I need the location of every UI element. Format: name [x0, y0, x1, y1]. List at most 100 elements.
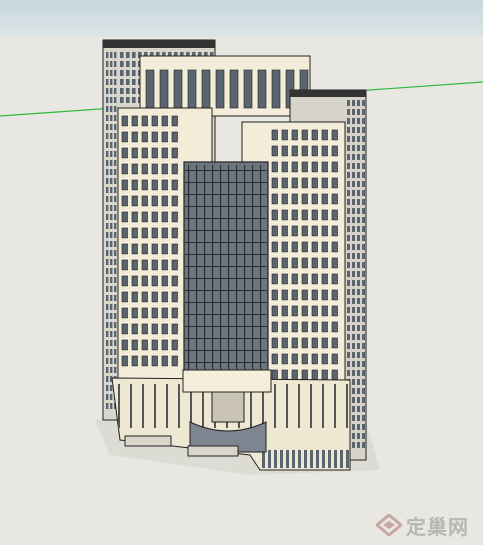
window-pane	[126, 61, 130, 67]
window-pane	[106, 124, 109, 130]
window-pane	[141, 227, 148, 239]
window-pane	[131, 163, 138, 175]
window-pane	[357, 235, 360, 241]
window-pane	[188, 165, 190, 372]
window-pane	[347, 253, 350, 259]
window-pane	[110, 322, 113, 328]
window-pane	[362, 424, 365, 430]
window-pane	[357, 424, 360, 430]
window-pane	[132, 52, 136, 58]
window-pane	[110, 295, 113, 301]
window-pane	[212, 165, 214, 372]
window-pane	[185, 266, 267, 267]
window-pane	[311, 305, 318, 317]
window-pane	[352, 307, 355, 313]
window-pane	[110, 169, 113, 175]
window-pane	[291, 273, 298, 285]
window-pane	[131, 195, 138, 207]
window-pane	[120, 70, 124, 76]
window-pane	[352, 406, 355, 412]
window-pane	[301, 129, 308, 141]
window-pane	[331, 321, 338, 333]
window-pane	[291, 305, 298, 317]
window-pane	[352, 118, 355, 124]
window-pane	[110, 331, 113, 337]
window-pane	[185, 314, 267, 315]
window-pane	[106, 304, 109, 310]
window-pane	[281, 161, 288, 173]
window-pane	[271, 209, 278, 221]
window-pane	[114, 97, 117, 103]
window-pane	[110, 394, 113, 400]
window-pane	[171, 291, 178, 303]
window-pane	[362, 361, 365, 367]
window-pane	[331, 225, 338, 237]
window-pane	[281, 193, 288, 205]
window-pane	[110, 259, 113, 265]
window-pane	[301, 337, 308, 349]
window-pane	[121, 259, 128, 271]
window-pane	[110, 367, 113, 373]
window-pane	[161, 195, 168, 207]
window-pane	[321, 241, 328, 253]
window-pane	[106, 376, 109, 382]
window-pane	[357, 415, 360, 421]
window-pane	[362, 379, 365, 385]
window-pane	[331, 273, 338, 285]
window-pane	[321, 369, 328, 381]
window-pane	[171, 211, 178, 223]
window-pane	[298, 450, 301, 468]
window-pane	[161, 243, 168, 255]
window-pane	[286, 384, 288, 428]
window-pane	[132, 88, 136, 94]
window-pane	[352, 343, 355, 349]
window-pane	[362, 388, 365, 394]
window-pane	[331, 241, 338, 253]
window-pane	[291, 177, 298, 189]
window-pane	[347, 343, 350, 349]
window-pane	[271, 353, 278, 365]
window-pane	[291, 321, 298, 333]
window-pane	[110, 52, 113, 58]
window-pane	[161, 211, 168, 223]
logo-diamond-icon	[376, 514, 402, 536]
window-pane	[357, 244, 360, 250]
window-pane	[110, 187, 113, 193]
window-pane	[110, 268, 113, 274]
window-pane	[362, 415, 365, 421]
window-pane	[362, 406, 365, 412]
window-pane	[362, 217, 365, 223]
window-pane	[281, 177, 288, 189]
window-pane	[185, 218, 267, 219]
window-pane	[114, 358, 117, 364]
window-pane	[311, 321, 318, 333]
window-pane	[321, 337, 328, 349]
model-viewport[interactable]	[0, 0, 483, 545]
window-pane	[271, 321, 278, 333]
window-pane	[173, 69, 183, 109]
window-pane	[311, 161, 318, 173]
window-pane	[106, 79, 109, 85]
window-pane	[281, 241, 288, 253]
window-pane	[114, 106, 117, 112]
window-pane	[185, 242, 267, 243]
window-pane	[357, 325, 360, 331]
window-pane	[352, 388, 355, 394]
window-pane	[281, 337, 288, 349]
window-pane	[151, 323, 158, 335]
window-pane	[347, 172, 350, 178]
window-pane	[352, 145, 355, 151]
window-pane	[161, 259, 168, 271]
window-pane	[106, 259, 109, 265]
window-pane	[185, 254, 267, 255]
window-pane	[291, 209, 298, 221]
window-pane	[121, 163, 128, 175]
window-pane	[171, 275, 178, 287]
window-pane	[347, 307, 350, 313]
window-pane	[185, 290, 267, 291]
window-pane	[347, 208, 350, 214]
window-pane	[301, 209, 308, 221]
window-pane	[291, 369, 298, 381]
window-pane	[362, 316, 365, 322]
window-pane	[110, 151, 113, 157]
